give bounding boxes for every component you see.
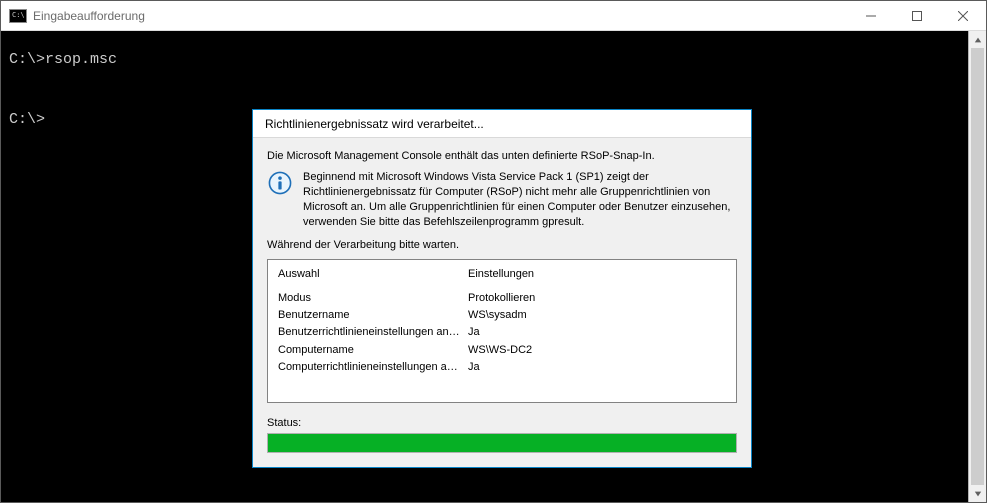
progress-bar <box>267 433 737 453</box>
dialog-body: Die Microsoft Management Console enthält… <box>253 138 751 467</box>
table-cell-label: Modus <box>278 290 468 307</box>
dialog-info-text: Beginnend mit Microsoft Windows Vista Se… <box>303 170 737 229</box>
scroll-down-arrow-icon[interactable] <box>969 485 986 502</box>
table-cell-value: WS\sysadm <box>468 307 726 324</box>
table-cell-value: Protokollieren <box>468 290 726 307</box>
dialog-title: Richtlinienergebnissatz wird verarbeitet… <box>253 110 751 138</box>
info-row: Beginnend mit Microsoft Windows Vista Se… <box>267 170 737 229</box>
close-button[interactable] <box>940 1 986 31</box>
titlebar[interactable]: C:\ Eingabeaufforderung <box>1 1 986 31</box>
console-line-2-prompt: C:\> <box>9 111 45 128</box>
table-cell-value: Ja <box>468 324 726 341</box>
dialog-wait-text: Während der Verarbeitung bitte warten. <box>267 239 737 251</box>
scroll-up-arrow-icon[interactable] <box>969 31 986 48</box>
table-header: Auswahl Einstellungen <box>278 268 726 280</box>
window-title: Eingabeaufforderung <box>33 9 145 23</box>
progress-fill <box>268 434 736 452</box>
table-cell-value: WS\WS-DC2 <box>468 342 726 359</box>
table-cell-label: Benutzerrichtlinieneinstellungen anz... <box>278 324 468 341</box>
table-row: Benutzerrichtlinieneinstellungen anz...J… <box>278 324 726 341</box>
table-row: BenutzernameWS\sysadm <box>278 307 726 324</box>
table-cell-label: Computerrichtlinieneinstellungen anz... <box>278 359 468 376</box>
minimize-button[interactable] <box>848 1 894 31</box>
cmd-icon: C:\ <box>9 9 27 23</box>
info-icon <box>267 170 293 196</box>
rsop-dialog: Richtlinienergebnissatz wird verarbeitet… <box>252 109 752 468</box>
table-header-col1: Auswahl <box>278 268 468 280</box>
settings-table: Auswahl Einstellungen ModusProtokolliere… <box>267 259 737 402</box>
status-label: Status: <box>267 417 737 429</box>
table-header-col2: Einstellungen <box>468 268 726 280</box>
table-cell-label: Benutzername <box>278 307 468 324</box>
console-line-1-cmd: rsop.msc <box>45 51 117 68</box>
dialog-intro-text: Die Microsoft Management Console enthält… <box>267 150 737 162</box>
table-row: ModusProtokollieren <box>278 290 726 307</box>
console-line-1-prompt: C:\> <box>9 51 45 68</box>
vertical-scrollbar[interactable] <box>969 31 986 502</box>
table-row: ComputernameWS\WS-DC2 <box>278 342 726 359</box>
scroll-thumb[interactable] <box>971 48 984 485</box>
table-cell-label: Computername <box>278 342 468 359</box>
scroll-track[interactable] <box>969 48 986 485</box>
maximize-button[interactable] <box>894 1 940 31</box>
table-row: Computerrichtlinieneinstellungen anz...J… <box>278 359 726 376</box>
table-cell-value: Ja <box>468 359 726 376</box>
